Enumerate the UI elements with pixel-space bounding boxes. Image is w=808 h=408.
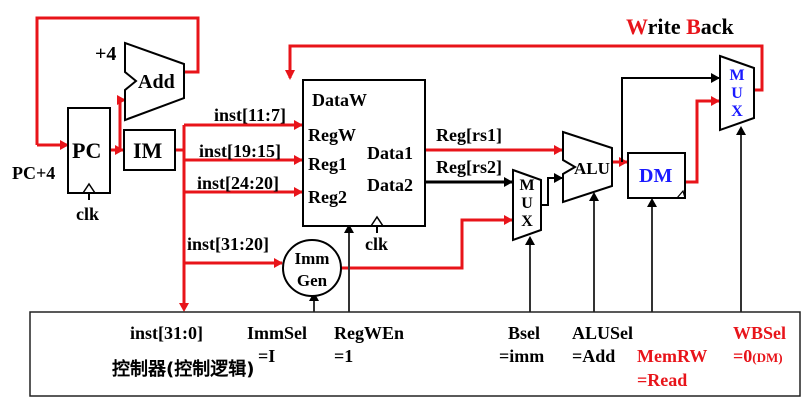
reg2-label: Reg2: [308, 187, 347, 207]
inst-11-7-label: inst[11:7]: [214, 105, 286, 125]
alusel-value: =Add: [572, 346, 615, 366]
reg1-label: Reg1: [308, 154, 347, 174]
wbsel-label: WBSel: [733, 323, 786, 343]
bsel-mux-letter-u: U: [521, 195, 533, 212]
data2-label: Data2: [367, 175, 413, 195]
imm-gen-label-2: Gen: [297, 271, 328, 290]
pc-to-add-wire: [110, 98, 125, 152]
mux-to-alu-wire: [541, 177, 562, 206]
bsel-mux-letter-x: X: [521, 213, 533, 230]
bsel-mux-letter-m: M: [519, 177, 534, 194]
wb-mux-letter-u: U: [731, 85, 743, 102]
adder-label: Add: [138, 71, 175, 93]
memrw-value: =Read: [637, 370, 687, 390]
pc-label: PC: [72, 138, 101, 163]
write-back-title: Write Back: [626, 14, 735, 39]
alu-to-wbmux-wire: [621, 77, 719, 162]
pc-clk-label: clk: [76, 204, 99, 224]
datapath-diagram: Write Back +4 Add PC PC+4 clk IM DataW R…: [0, 0, 808, 408]
inst-19-15-label: inst[19:15]: [199, 141, 281, 161]
immsel-label: ImmSel: [247, 323, 307, 343]
bsel-value: =imm: [499, 346, 544, 366]
memrw-label: MemRW: [637, 346, 707, 366]
datapath-svg: Write Back +4 Add PC PC+4 clk IM DataW R…: [12, 14, 801, 397]
controller-inst-label: inst[31:0]: [130, 323, 203, 343]
pc-plus4-label: PC+4: [12, 163, 55, 183]
wb-mux-letter-x: X: [731, 103, 743, 120]
im-label: IM: [133, 138, 163, 163]
regwen-label: RegWEn: [334, 323, 404, 343]
plus4-label: +4: [95, 43, 116, 65]
inst-24-20-label: inst[24:20]: [197, 173, 279, 193]
regw-label: RegW: [308, 125, 356, 145]
dm-to-wbmux-wire: [685, 99, 719, 184]
alusel-label: ALUSel: [572, 323, 633, 343]
bsel-label: Bsel: [508, 323, 540, 343]
alu-label: ALU: [574, 159, 610, 178]
imm-gen-label-1: Imm: [295, 249, 330, 268]
inst-31-20-label: inst[31:20]: [187, 234, 269, 254]
regwen-value: =1: [334, 346, 353, 366]
controller-name: 控制器(控制逻辑): [112, 358, 254, 380]
data1-label: Data1: [367, 143, 413, 163]
rs2-bus-label: Reg[rs2]: [436, 157, 502, 177]
rs1-bus-label: Reg[rs1]: [436, 125, 502, 145]
immsel-value: =I: [258, 346, 275, 366]
dataw-label: DataW: [312, 90, 367, 110]
dm-label: DM: [639, 165, 672, 187]
rf-clk-label: clk: [365, 234, 388, 254]
wb-mux-letter-m: M: [729, 67, 744, 84]
